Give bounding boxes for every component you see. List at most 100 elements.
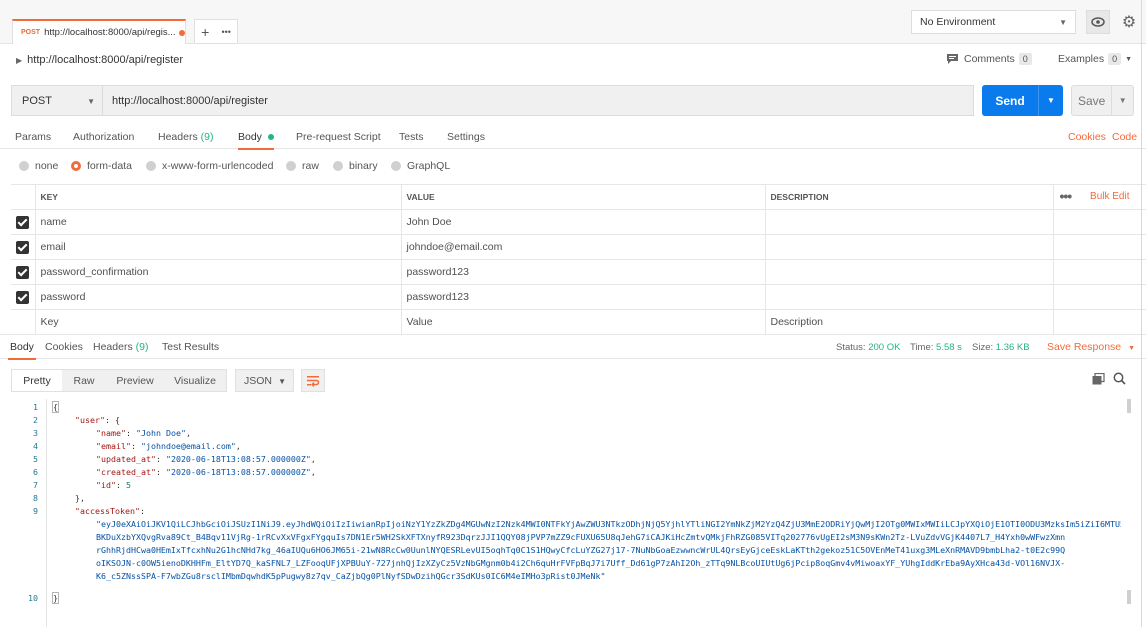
save-button[interactable]: Save ▼ xyxy=(1071,85,1134,116)
url-input[interactable] xyxy=(103,85,974,116)
send-button[interactable]: Send ▼ xyxy=(982,85,1063,116)
response-tab-headers-count: (9) xyxy=(135,341,149,353)
view-pretty-button[interactable]: Pretty xyxy=(12,370,62,391)
examples-label: Examples xyxy=(1058,53,1105,65)
code-line: "created_at": "2020-06-18T13:08:57.00000… xyxy=(96,467,316,477)
row-actions xyxy=(1053,284,1146,310)
response-body-code[interactable]: 1 2 3 4 5 6 7 8 9 10 { "user": { "name":… xyxy=(0,399,1146,627)
environment-select[interactable]: No Environment ▼ xyxy=(911,10,1076,34)
row-value[interactable]: johndoe@email.com xyxy=(401,234,766,260)
form-data-table: KEY VALUE DESCRIPTION ••• Bulk Edit name… xyxy=(11,184,1146,335)
scrollbar-thumb[interactable] xyxy=(1127,590,1131,604)
tab-settings[interactable]: Settings xyxy=(447,131,485,143)
json-string: rGhhRjdHCwa0HEmIxTfcxhNu2G1hcNHd7kg_46aI… xyxy=(96,545,1066,555)
request-tab-active[interactable]: POST http://localhost:8000/api/regis... xyxy=(12,19,186,44)
key-placeholder[interactable]: Key xyxy=(35,309,402,335)
status-label: Status: xyxy=(836,342,866,353)
radio-binary[interactable]: binary xyxy=(333,160,378,172)
response-tab-headers[interactable]: Headers (9) xyxy=(93,341,148,353)
row-key[interactable]: email xyxy=(35,234,402,260)
radio-none[interactable]: none xyxy=(19,160,58,172)
row-value[interactable]: password123 xyxy=(401,259,766,285)
row-checkbox[interactable] xyxy=(16,215,30,229)
json-string: oIKSOJN-c0OW5ienoDKHHFm_EltYD7Q_kaSFNL7_… xyxy=(96,558,1066,568)
environment-settings-button[interactable]: ⚙ xyxy=(1116,10,1142,34)
cookies-link[interactable]: Cookies xyxy=(1068,131,1106,143)
search-icon[interactable] xyxy=(1113,372,1126,385)
response-tab-body-label: Body xyxy=(10,341,34,353)
tab-headers-count: (9) xyxy=(200,131,214,143)
more-options-icon[interactable]: ••• xyxy=(1060,188,1073,204)
active-tab-underline xyxy=(238,148,274,150)
row-description[interactable] xyxy=(765,209,1054,235)
examples-button[interactable]: Examples 0 ▼ xyxy=(1058,53,1132,65)
gutter-divider xyxy=(46,399,47,627)
tab-tests[interactable]: Tests xyxy=(399,131,424,143)
row-description[interactable] xyxy=(765,234,1054,260)
radio-urlencoded[interactable]: x-www-form-urlencoded xyxy=(146,160,273,172)
radio-circle xyxy=(19,161,29,171)
body-set-dot-icon xyxy=(267,134,274,141)
response-tab-test-results[interactable]: Test Results xyxy=(162,341,219,353)
table-row: password_confirmation password123 xyxy=(11,259,1146,285)
tab-prerequest-script[interactable]: Pre-request Script xyxy=(296,131,381,143)
radio-raw[interactable]: raw xyxy=(286,160,319,172)
row-key[interactable]: name xyxy=(35,209,402,235)
code-line: "user": { xyxy=(75,415,120,425)
radio-circle xyxy=(286,161,296,171)
breadcrumb[interactable]: ▶ http://localhost:8000/api/register xyxy=(16,54,183,66)
row-checkbox[interactable] xyxy=(16,265,30,279)
row-description[interactable] xyxy=(765,284,1054,310)
size-value[interactable]: 1.36 KB xyxy=(996,342,1030,353)
wrap-lines-button[interactable] xyxy=(301,369,325,392)
save-response-button[interactable]: Save Response ▼ xyxy=(1047,341,1135,353)
chevron-down-icon: ▼ xyxy=(87,97,95,106)
row-value[interactable]: password123 xyxy=(401,284,766,310)
row-key[interactable]: password_confirmation xyxy=(35,259,402,285)
row-checkbox[interactable] xyxy=(16,240,30,254)
bulk-edit-link[interactable]: Bulk Edit xyxy=(1090,191,1129,202)
copy-icon[interactable] xyxy=(1092,373,1105,385)
table-row: name John Doe xyxy=(11,209,1146,235)
view-raw-button[interactable]: Raw xyxy=(62,370,106,391)
view-preview-button[interactable]: Preview xyxy=(106,370,164,391)
line-number: 4 xyxy=(33,441,38,451)
code-line: "updated_at": "2020-06-18T13:08:57.00000… xyxy=(96,454,316,464)
radio-form-data[interactable]: form-data xyxy=(71,160,132,172)
tab-params[interactable]: Params xyxy=(15,131,51,143)
code-link[interactable]: Code xyxy=(1112,131,1137,143)
time-value[interactable]: 5.58 s xyxy=(936,342,962,353)
comment-icon xyxy=(947,54,958,64)
scrollbar-thumb[interactable] xyxy=(1127,399,1131,413)
chevron-down-icon: ▼ xyxy=(278,377,286,386)
row-checkbox[interactable] xyxy=(16,290,30,304)
tab-body-label: Body xyxy=(238,131,262,143)
radio-circle-selected xyxy=(71,161,81,171)
response-tab-body[interactable]: Body xyxy=(8,341,36,360)
chevron-down-icon[interactable]: ▼ xyxy=(1039,96,1063,105)
row-value[interactable]: John Doe xyxy=(401,209,766,235)
tab-headers[interactable]: Headers (9) xyxy=(158,131,213,143)
tab-body[interactable]: Body xyxy=(238,131,274,150)
new-tab-button[interactable]: + xyxy=(201,24,209,40)
response-tab-cookies[interactable]: Cookies xyxy=(45,341,83,353)
description-placeholder[interactable]: Description xyxy=(765,309,1054,335)
value-placeholder[interactable]: Value xyxy=(401,309,766,335)
brace-open: { xyxy=(52,401,59,413)
row-key[interactable]: password xyxy=(35,284,402,310)
row-description[interactable] xyxy=(765,259,1054,285)
environment-quick-look-button[interactable] xyxy=(1086,10,1110,34)
more-tabs-button[interactable]: ••• xyxy=(221,27,230,37)
punct: , xyxy=(310,454,316,464)
tab-authorization[interactable]: Authorization xyxy=(73,131,134,143)
format-select[interactable]: JSON ▼ xyxy=(235,369,294,392)
radio-graphql[interactable]: GraphQL xyxy=(391,160,450,172)
comments-button[interactable]: Comments 0 xyxy=(946,53,1032,65)
gear-icon: ⚙ xyxy=(1121,14,1137,31)
chevron-down-icon[interactable]: ▼ xyxy=(1111,86,1133,115)
punct: : xyxy=(139,506,145,516)
method-select[interactable]: POST ▼ xyxy=(11,85,103,116)
view-visualize-button[interactable]: Visualize xyxy=(164,370,226,391)
json-key: "accessToken" xyxy=(75,506,140,516)
row-checkbox-cell xyxy=(11,309,36,335)
